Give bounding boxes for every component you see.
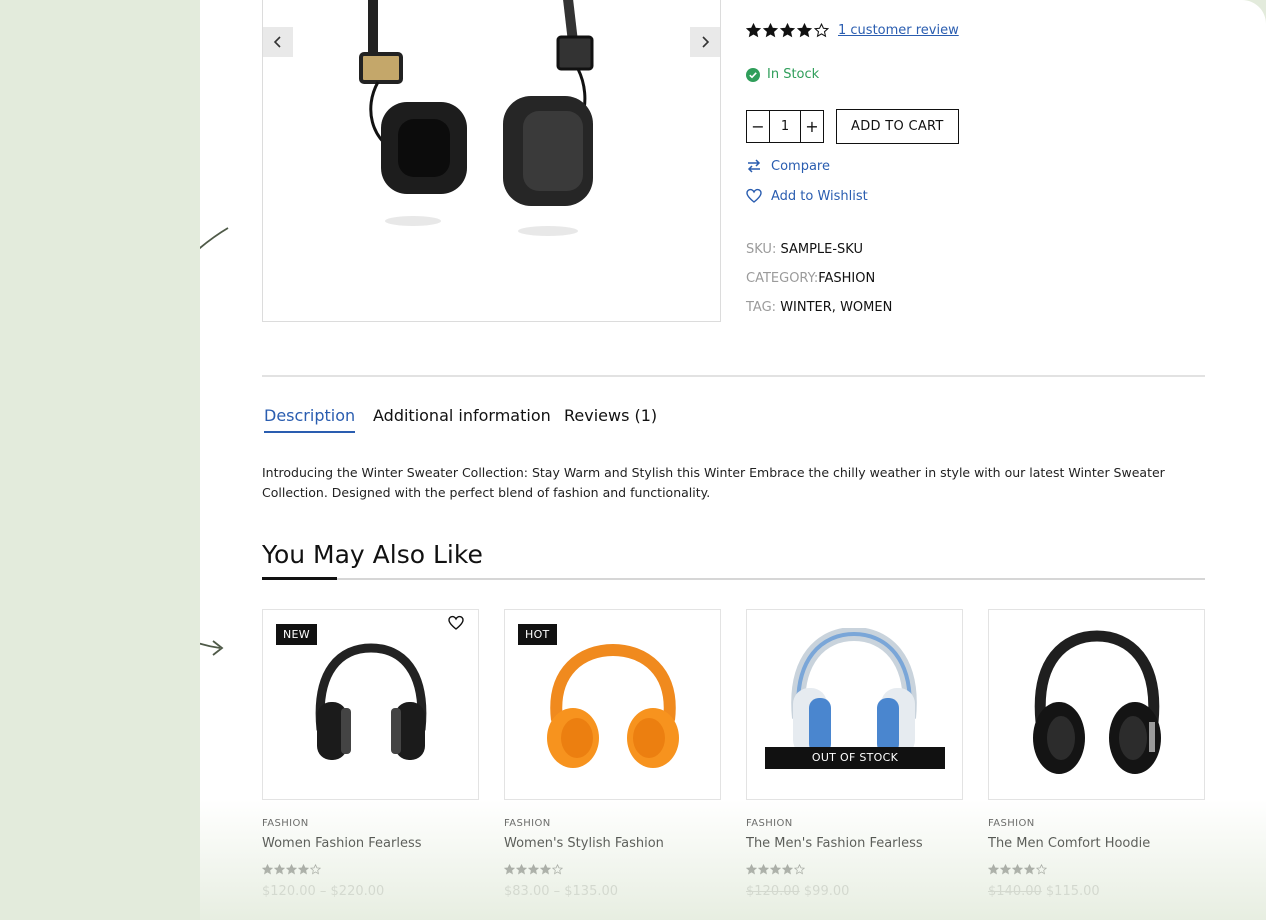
star-filled-icon — [262, 864, 273, 875]
star-filled-icon — [746, 23, 761, 38]
chevron-right-icon — [702, 36, 710, 48]
out-of-stock-overlay: OUT OF STOCK — [765, 747, 945, 769]
quantity-increase-button[interactable]: + — [801, 111, 823, 142]
meta-sku: SKU: SAMPLE-SKU — [746, 242, 863, 257]
quantity-stepper[interactable]: − 1 + — [746, 110, 824, 143]
meta-category-key: CATEGORY: — [746, 271, 819, 286]
star-filled-icon — [763, 23, 778, 38]
card-category[interactable]: FASHION — [746, 818, 793, 829]
star-filled-icon — [1012, 864, 1023, 875]
blue-headphones-image — [791, 628, 917, 756]
product-gallery — [262, 0, 721, 322]
tab-additional-information[interactable]: Additional information — [373, 406, 551, 425]
card-sale-price: $99.00 — [803, 884, 850, 899]
card-old-price: $140.00 — [988, 884, 1042, 899]
star-empty-icon — [794, 864, 805, 875]
star-empty-icon — [1036, 864, 1047, 875]
product-description: Introducing the Winter Sweater Collectio… — [262, 465, 1165, 500]
card-rating — [988, 864, 1047, 875]
compare-label: Compare — [771, 158, 830, 174]
star-filled-icon — [770, 864, 781, 875]
star-filled-icon — [516, 864, 527, 875]
chevron-left-icon — [273, 36, 281, 48]
meta-sku-value: SAMPLE-SKU — [780, 242, 864, 257]
star-filled-icon — [988, 864, 999, 875]
stock-status: In Stock — [746, 67, 819, 82]
card-rating — [746, 864, 805, 875]
headphones-main-image — [359, 0, 594, 236]
gallery-prev-button[interactable] — [263, 27, 293, 57]
add-to-cart-button[interactable]: ADD TO CART — [836, 109, 959, 144]
tabs-divider — [262, 375, 1205, 377]
star-filled-icon — [540, 864, 551, 875]
card-price: $120.00 – $220.00 — [262, 884, 385, 899]
card-product-name[interactable]: Women's Stylish Fashion — [504, 836, 664, 851]
tab-description[interactable]: Description — [264, 406, 356, 433]
star-filled-icon — [758, 864, 769, 875]
related-divider — [262, 578, 1205, 580]
product-card-image[interactable]: OUT OF STOCK — [746, 609, 963, 800]
wishlist-heart-icon[interactable] — [448, 615, 464, 631]
card-rating — [262, 864, 321, 875]
card-category[interactable]: FASHION — [262, 818, 309, 829]
card-price: $140.00 $115.00 — [988, 884, 1100, 899]
star-empty-icon — [814, 23, 829, 38]
card-price: $83.00 – $135.00 — [504, 884, 619, 899]
star-filled-icon — [1024, 864, 1035, 875]
related-divider-accent — [262, 577, 337, 580]
star-filled-icon — [298, 864, 309, 875]
bottom-fade-overlay — [200, 800, 1266, 920]
compare-link[interactable]: Compare — [746, 158, 830, 174]
product-card-image[interactable] — [988, 609, 1205, 800]
star-filled-icon — [1000, 864, 1011, 875]
card-category[interactable]: FASHION — [504, 818, 551, 829]
card-old-price: $120.00 — [746, 884, 800, 899]
card-product-name[interactable]: The Men's Fashion Fearless — [746, 836, 923, 851]
card-rating — [504, 864, 563, 875]
product-page-panel: 1 customer review In Stock − 1 + ADD TO … — [200, 0, 1266, 920]
star-filled-icon — [286, 864, 297, 875]
heart-icon — [746, 188, 762, 203]
star-filled-icon — [504, 864, 515, 875]
check-circle-icon — [746, 67, 760, 82]
orange-headphones-image — [547, 643, 679, 768]
star-empty-icon — [310, 864, 321, 875]
star-filled-icon — [797, 23, 812, 38]
wishlist-label: Add to Wishlist — [771, 188, 868, 204]
compare-arrows-icon — [747, 159, 761, 173]
star-filled-icon — [528, 864, 539, 875]
star-filled-icon — [274, 864, 285, 875]
meta-category: CATEGORY:FASHION — [746, 271, 875, 286]
card-product-name[interactable]: Women Fashion Fearless — [262, 836, 422, 851]
card-sale-price: $115.00 — [1045, 884, 1100, 899]
product-card-image[interactable]: NEW — [262, 609, 479, 800]
dark-headphones-image — [1033, 630, 1161, 774]
star-filled-icon — [746, 864, 757, 875]
tab-reviews[interactable]: Reviews (1) — [564, 406, 657, 425]
quantity-decrease-button[interactable]: − — [747, 111, 769, 142]
meta-tags-key: TAG: — [746, 300, 777, 315]
card-category[interactable]: FASHION — [988, 818, 1035, 829]
meta-tags-value[interactable]: WINTER, WOMEN — [780, 300, 892, 315]
star-empty-icon — [552, 864, 563, 875]
stock-label: In Stock — [767, 67, 820, 82]
card-product-name[interactable]: The Men Comfort Hoodie — [988, 836, 1150, 851]
gallery-next-button[interactable] — [690, 27, 720, 57]
product-rating — [746, 23, 829, 38]
star-filled-icon — [780, 23, 795, 38]
quantity-value[interactable]: 1 — [769, 111, 801, 142]
star-filled-icon — [782, 864, 793, 875]
meta-tags: TAG: WINTER, WOMEN — [746, 300, 892, 315]
card-price: $120.00 $99.00 — [746, 884, 849, 899]
add-to-wishlist-link[interactable]: Add to Wishlist — [746, 188, 868, 204]
related-heading: You May Also Like — [262, 540, 483, 569]
meta-sku-key: SKU: — [746, 242, 777, 257]
black-headphones-image — [315, 643, 427, 760]
meta-category-value[interactable]: FASHION — [818, 271, 875, 286]
product-card-image[interactable]: HOT — [504, 609, 721, 800]
customer-review-link[interactable]: 1 customer review — [838, 23, 959, 38]
